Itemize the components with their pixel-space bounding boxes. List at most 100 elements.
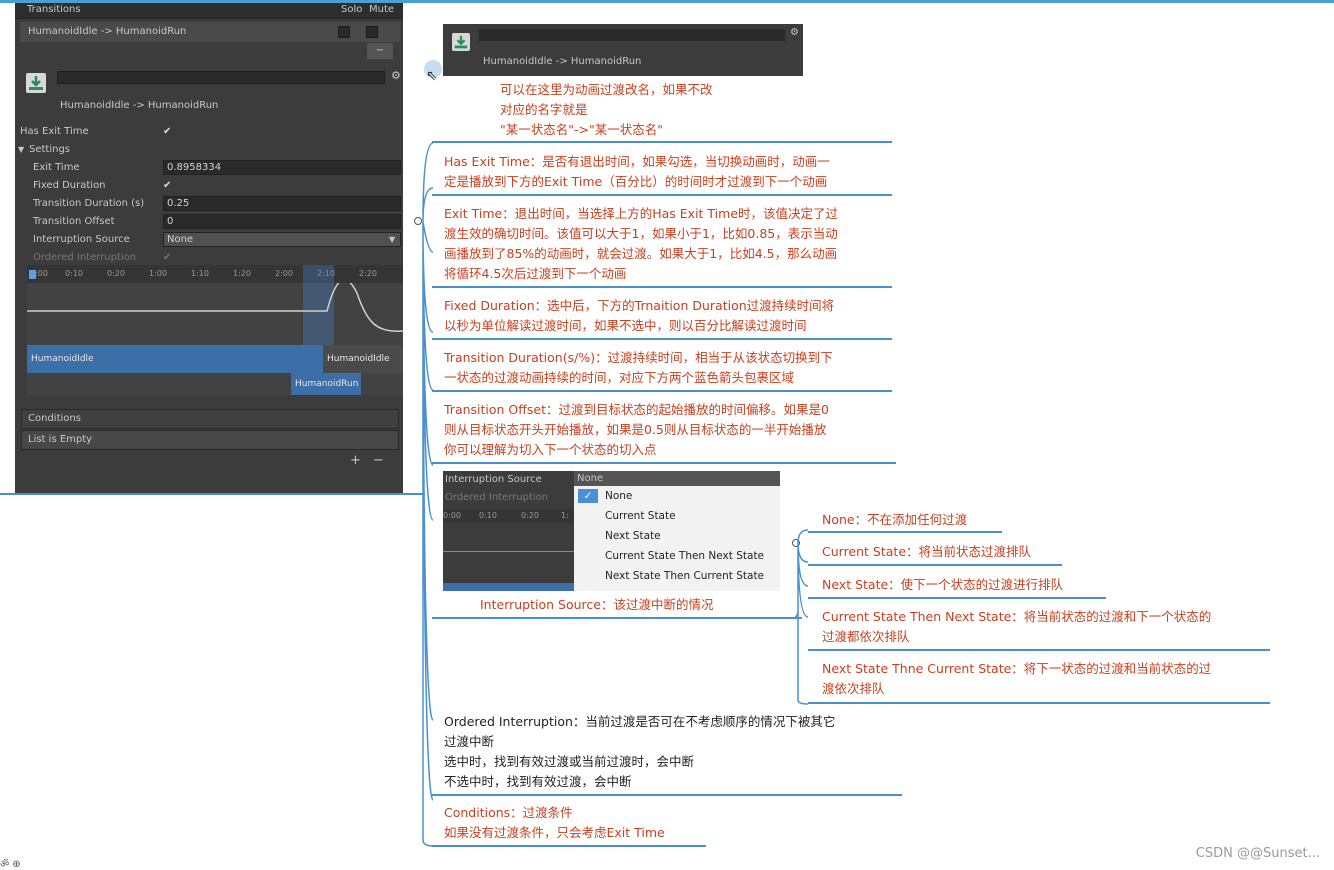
fixed-duration-row: Fixed Duration ✔ — [15, 178, 403, 194]
connector-line — [808, 531, 1002, 533]
note-line: 过渡都依次排队 — [822, 629, 910, 644]
next-then-current-note: Next State Thne Current State：将下一状态的过渡和当… — [822, 659, 1211, 699]
solo-label: Solo — [341, 4, 363, 15]
transition-list-item[interactable]: HumanoidIdle -> HumanoidRun — [20, 22, 400, 42]
remove-transition-button[interactable]: − — [367, 43, 393, 59]
csdn-watermark: CSDN @@Sunset... — [1195, 846, 1320, 861]
exit-time-note: Exit Time：退出时间，当选择上方的Has Exit Time时，该值决定… — [444, 204, 838, 284]
connector-line — [808, 564, 1062, 566]
menu-item-current-then-next[interactable]: Current State Then Next State — [574, 546, 780, 566]
ruler-tick: 1: — [561, 511, 569, 520]
connector-line — [432, 794, 902, 796]
note-line: 你可以理解为切入下一个状态的切入点 — [444, 442, 657, 457]
connector-line — [432, 617, 802, 619]
mute-checkbox[interactable] — [366, 26, 378, 38]
menu-item-label: Next State Then Current State — [605, 570, 765, 582]
ordered-interruption-note: Ordered Interruption：当前过渡是否可在不考虑顺序的情况下被其… — [444, 712, 835, 792]
transition-offset-label: Transition Offset — [33, 216, 115, 227]
current-state-note: Current State：将当前状态过渡排队 — [822, 544, 1032, 559]
mute-label: Mute — [369, 4, 395, 15]
transitions-title: Transitions — [27, 4, 81, 15]
fixed-duration-note: Fixed Duration：选中后，下方的Trnaition Duration… — [444, 296, 834, 336]
none-option-note: None：不在添加任何过渡 — [822, 512, 968, 527]
connector-line — [432, 462, 896, 464]
connector-line — [808, 597, 1106, 599]
ruler-tick: 2:20 — [359, 269, 377, 278]
idle-state-bar-next[interactable]: HumanoidIdle — [323, 345, 403, 373]
popup-curve-line — [443, 551, 574, 552]
ordered-interruption-checkbox[interactable]: ✔ — [163, 252, 175, 264]
has-exit-time-checkbox[interactable]: ✔ — [163, 126, 175, 138]
note-line: Ordered Interruption：当前过渡是否可在不考虑顺序的情况下被其… — [444, 714, 836, 729]
note-line: "某一状态名"->"某一状态名" — [500, 122, 663, 137]
settings-label: Settings — [29, 144, 71, 155]
transition-inspector: Transitions Solo Mute HumanoidIdle -> Hu… — [15, 3, 403, 493]
menu-item-label: Next State — [605, 530, 661, 542]
foldout-arrow-icon: ▼ — [18, 145, 25, 154]
add-condition-button[interactable]: + — [350, 453, 361, 468]
ruler-tick: 0:10 — [479, 511, 497, 520]
start-marker-icon[interactable] — [29, 270, 36, 279]
menu-item-none[interactable]: ✓ None — [574, 486, 780, 506]
menu-item-label: None — [605, 490, 633, 502]
interruption-source-row: Interruption Source None ▼ — [15, 232, 403, 248]
note-line: 不选中时，找到有效过渡，会中断 — [444, 774, 632, 789]
bottom-left-icons[interactable]: ॐ ⊕ — [0, 856, 21, 870]
popup-source-label: Interruption Source — [445, 474, 542, 485]
rename-note: 可以在这里为动画过渡改名，如果不改 对应的名字就是 "某一状态名"->"某一状态… — [500, 80, 713, 140]
transition-duration-note: Transition Duration(s/%)：过渡持续时间，相当于从该状态切… — [444, 348, 833, 388]
transition-curve — [27, 283, 403, 332]
ruler-tick: 0:20 — [107, 269, 125, 278]
transition-icon — [26, 73, 46, 93]
transition-timeline[interactable]: 0:00 0:10 0:20 1:00 1:10 1:20 2:00 2:10 … — [27, 265, 403, 395]
transition-name-input[interactable] — [57, 71, 385, 84]
connector-line — [0, 493, 425, 495]
interruption-source-label: Interruption Source — [33, 234, 130, 245]
ordered-interruption-label: Ordered Interruption — [33, 252, 137, 263]
gear-icon[interactable]: ⚙ — [391, 69, 401, 82]
interruption-source-screenshot: Interruption Source None Ordered Interru… — [443, 471, 780, 591]
ordered-interruption-row: Ordered Interruption ✔ — [15, 250, 403, 266]
menu-item-label: Current State Then Next State — [605, 550, 765, 562]
idle-state-bar[interactable]: HumanoidIdle — [27, 345, 323, 373]
popup-dropdown[interactable]: None — [574, 471, 780, 486]
gear-icon[interactable]: ⚙ — [790, 27, 799, 38]
transition-label: HumanoidIdle -> HumanoidRun — [483, 56, 642, 67]
has-exit-time-row: Has Exit Time ✔ — [15, 124, 403, 140]
cursor-icon: ⇖ — [426, 68, 438, 84]
exit-time-row: Exit Time 0.8958334 — [15, 160, 403, 176]
menu-item-current-state[interactable]: Current State — [574, 506, 780, 526]
solo-checkbox[interactable] — [338, 26, 350, 38]
note-line: Current State Then Next State：将当前状态的过渡和下… — [822, 609, 1212, 624]
sub-branch-lines — [795, 529, 809, 705]
note-line: 对应的名字就是 — [500, 102, 588, 117]
fixed-duration-checkbox[interactable]: ✔ — [163, 180, 175, 192]
interruption-source-dropdown[interactable]: None — [163, 232, 401, 247]
interruption-source-menu: ✓ None Current State Next State Current … — [574, 486, 780, 591]
has-exit-time-note: Has Exit Time：是否有退出时间，如果勾选，当切换动画时，动画一 定是… — [444, 152, 830, 192]
transition-offset-field[interactable]: 0 — [163, 214, 401, 229]
has-exit-time-label: Has Exit Time — [20, 126, 89, 137]
note-line: Transition Duration(s/%)：过渡持续时间，相当于从该状态切… — [444, 350, 833, 365]
current-then-next-note: Current State Then Next State：将当前状态的过渡和下… — [822, 607, 1211, 647]
menu-item-next-then-current[interactable]: Next State Then Current State — [574, 566, 780, 586]
popup-state-bar — [443, 583, 574, 591]
connector-line — [432, 390, 892, 392]
connector-line — [432, 845, 706, 847]
note-line: 以秒为单位解读过渡时间，如果不选中，则以百分比解读过渡时间 — [444, 318, 807, 333]
exit-time-field[interactable]: 0.8958334 — [163, 160, 401, 175]
name-input[interactable] — [479, 29, 785, 41]
ruler-tick: 1:00 — [149, 269, 167, 278]
menu-item-next-state[interactable]: Next State — [574, 526, 780, 546]
transition-subtitle: HumanoidIdle -> HumanoidRun — [60, 100, 219, 111]
remove-condition-button[interactable]: − — [373, 453, 384, 468]
check-icon: ✓ — [578, 489, 598, 503]
ruler-tick: 1:10 — [191, 269, 209, 278]
run-state-bar[interactable]: HumanoidRun — [291, 373, 361, 395]
note-line: 渡生效的确切时间。该值可以大于1，如果小于1，比如0.85，表示当动 — [444, 226, 838, 241]
transition-duration-field[interactable]: 0.25 — [163, 196, 401, 211]
connector-line — [432, 286, 892, 288]
exit-time-label: Exit Time — [33, 162, 80, 173]
note-line: Has Exit Time：是否有退出时间，如果勾选，当切换动画时，动画一 — [444, 154, 830, 169]
popup-ordered-label: Ordered Interruption — [445, 492, 549, 503]
